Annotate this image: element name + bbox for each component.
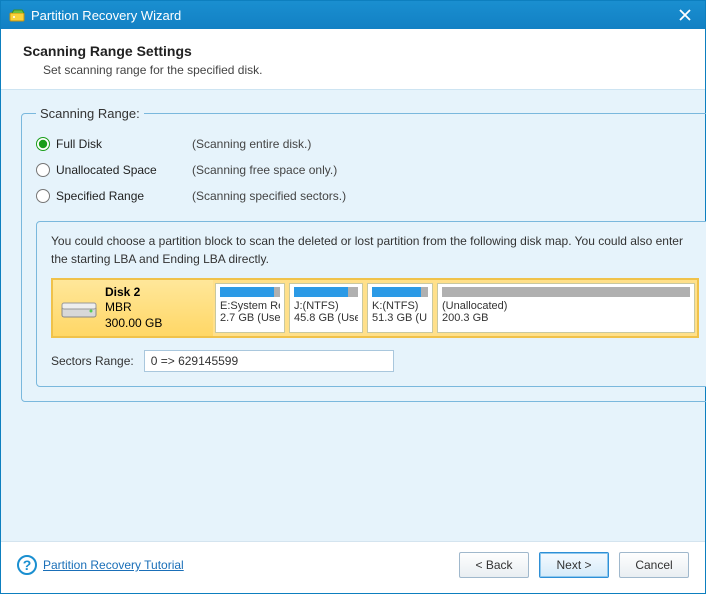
radio-row-full-disk: Full Disk (Scanning entire disk.) xyxy=(36,131,706,157)
page-header: Scanning Range Settings Set scanning ran… xyxy=(1,29,705,89)
sectors-row: Sectors Range: xyxy=(51,350,699,372)
partition-block-0[interactable]: E:System Re2.7 GB (Used xyxy=(215,283,285,333)
partition-block-2[interactable]: K:(NTFS)51.3 GB (U xyxy=(367,283,433,333)
sectors-label: Sectors Range: xyxy=(51,354,134,368)
partition-label: J:(NTFS) xyxy=(294,300,358,312)
radio-desc-specified: (Scanning specified sectors.) xyxy=(192,189,346,203)
radio-unallocated[interactable] xyxy=(36,163,50,177)
partition-bar xyxy=(372,287,428,297)
app-icon xyxy=(9,7,25,23)
radio-desc-full-disk: (Scanning entire disk.) xyxy=(192,137,311,151)
radio-row-specified: Specified Range (Scanning specified sect… xyxy=(36,183,706,209)
disk-type: MBR xyxy=(105,300,162,316)
partition-sub: 51.3 GB (U xyxy=(372,312,428,324)
partition-sub: 45.8 GB (Use xyxy=(294,312,358,324)
title-bar: Partition Recovery Wizard xyxy=(1,1,705,29)
page-subtitle: Set scanning range for the specified dis… xyxy=(43,63,683,77)
radio-label-full-disk[interactable]: Full Disk xyxy=(56,137,186,151)
radio-specified[interactable] xyxy=(36,189,50,203)
radio-label-unallocated[interactable]: Unallocated Space xyxy=(56,163,186,177)
disk-map: Disk 2 MBR 300.00 GB E:System Re2.7 GB (… xyxy=(51,278,699,338)
radio-row-unallocated: Unallocated Space (Scanning free space o… xyxy=(36,157,706,183)
partition-block-3[interactable]: (Unallocated)200.3 GB xyxy=(437,283,695,333)
fieldset-legend: Scanning Range: xyxy=(36,106,144,121)
radio-full-disk[interactable] xyxy=(36,137,50,151)
back-button[interactable]: < Back xyxy=(459,552,529,578)
disk-name: Disk 2 xyxy=(105,285,162,301)
map-note: You could choose a partition block to sc… xyxy=(51,232,699,268)
help-icon[interactable]: ? xyxy=(17,555,37,575)
footer-bar: ? Partition Recovery Tutorial < Back Nex… xyxy=(1,541,705,588)
cancel-button[interactable]: Cancel xyxy=(619,552,689,578)
partition-sub: 200.3 GB xyxy=(442,312,690,324)
disk-size: 300.00 GB xyxy=(105,316,162,332)
partition-label: (Unallocated) xyxy=(442,300,690,312)
disk-header[interactable]: Disk 2 MBR 300.00 GB xyxy=(53,280,213,336)
partition-bar xyxy=(442,287,690,297)
tutorial-link[interactable]: Partition Recovery Tutorial xyxy=(43,558,184,572)
close-icon xyxy=(679,9,691,21)
radio-label-specified[interactable]: Specified Range xyxy=(56,189,186,203)
page-title: Scanning Range Settings xyxy=(23,43,683,59)
disk-map-box: You could choose a partition block to sc… xyxy=(36,221,706,387)
partition-bar xyxy=(294,287,358,297)
partition-sub: 2.7 GB (Used xyxy=(220,312,280,324)
content-area: Scanning Range: Full Disk (Scanning enti… xyxy=(1,89,705,541)
hdd-icon xyxy=(61,297,97,319)
partition-block-1[interactable]: J:(NTFS)45.8 GB (Use xyxy=(289,283,363,333)
radio-desc-unallocated: (Scanning free space only.) xyxy=(192,163,337,177)
partition-label: K:(NTFS) xyxy=(372,300,428,312)
scanning-range-fieldset: Scanning Range: Full Disk (Scanning enti… xyxy=(21,106,706,402)
window-title: Partition Recovery Wizard xyxy=(31,8,673,23)
next-button[interactable]: Next > xyxy=(539,552,609,578)
close-button[interactable] xyxy=(673,5,697,25)
partition-bar xyxy=(220,287,280,297)
partition-label: E:System Re xyxy=(220,300,280,312)
help-area: ? Partition Recovery Tutorial xyxy=(17,555,184,575)
sectors-input[interactable] xyxy=(144,350,394,372)
